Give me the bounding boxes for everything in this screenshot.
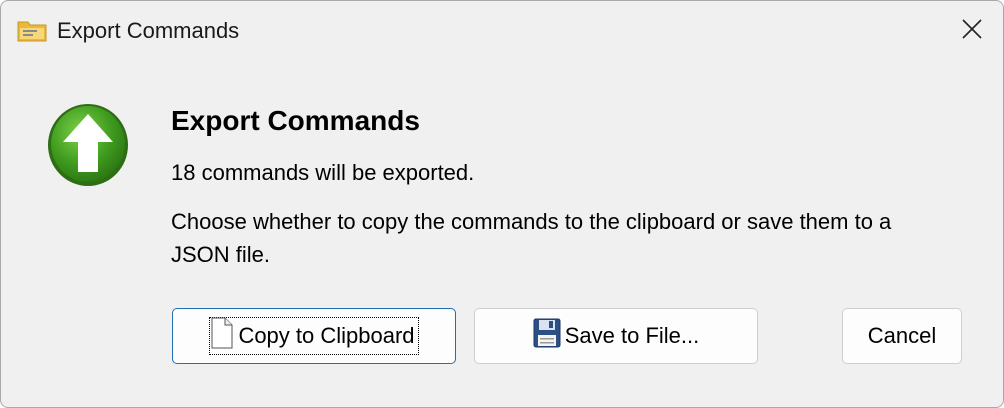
- export-commands-dialog: Export Commands Export Commands 18 comma…: [0, 0, 1004, 408]
- cancel-button[interactable]: Cancel: [842, 308, 962, 364]
- copy-to-clipboard-button[interactable]: Copy to Clipboard: [172, 308, 456, 364]
- focus-indicator: Copy to Clipboard: [209, 317, 419, 355]
- instruction-line-2: JSON file.: [171, 242, 271, 267]
- folder-icon: [17, 19, 47, 43]
- window-title: Export Commands: [57, 18, 240, 43]
- document-icon: [210, 317, 234, 355]
- floppy-disk-icon: [533, 318, 561, 354]
- title-bar: Export Commands: [1, 1, 1003, 63]
- save-to-file-button[interactable]: Save to File...: [474, 308, 758, 364]
- up-arrow-icon: [46, 100, 130, 188]
- close-button[interactable]: [941, 1, 1003, 61]
- instruction-message: Choose whether to copy the commands to t…: [171, 205, 971, 271]
- save-button-label: Save to File...: [564, 323, 700, 348]
- cancel-button-label: Cancel: [867, 323, 937, 348]
- count-message: 18 commands will be exported.: [171, 160, 475, 185]
- close-icon: [962, 18, 982, 44]
- instruction-line-1: Choose whether to copy the commands to t…: [171, 209, 892, 234]
- copy-button-label: Copy to Clipboard: [238, 323, 415, 348]
- dialog-heading: Export Commands: [171, 105, 420, 136]
